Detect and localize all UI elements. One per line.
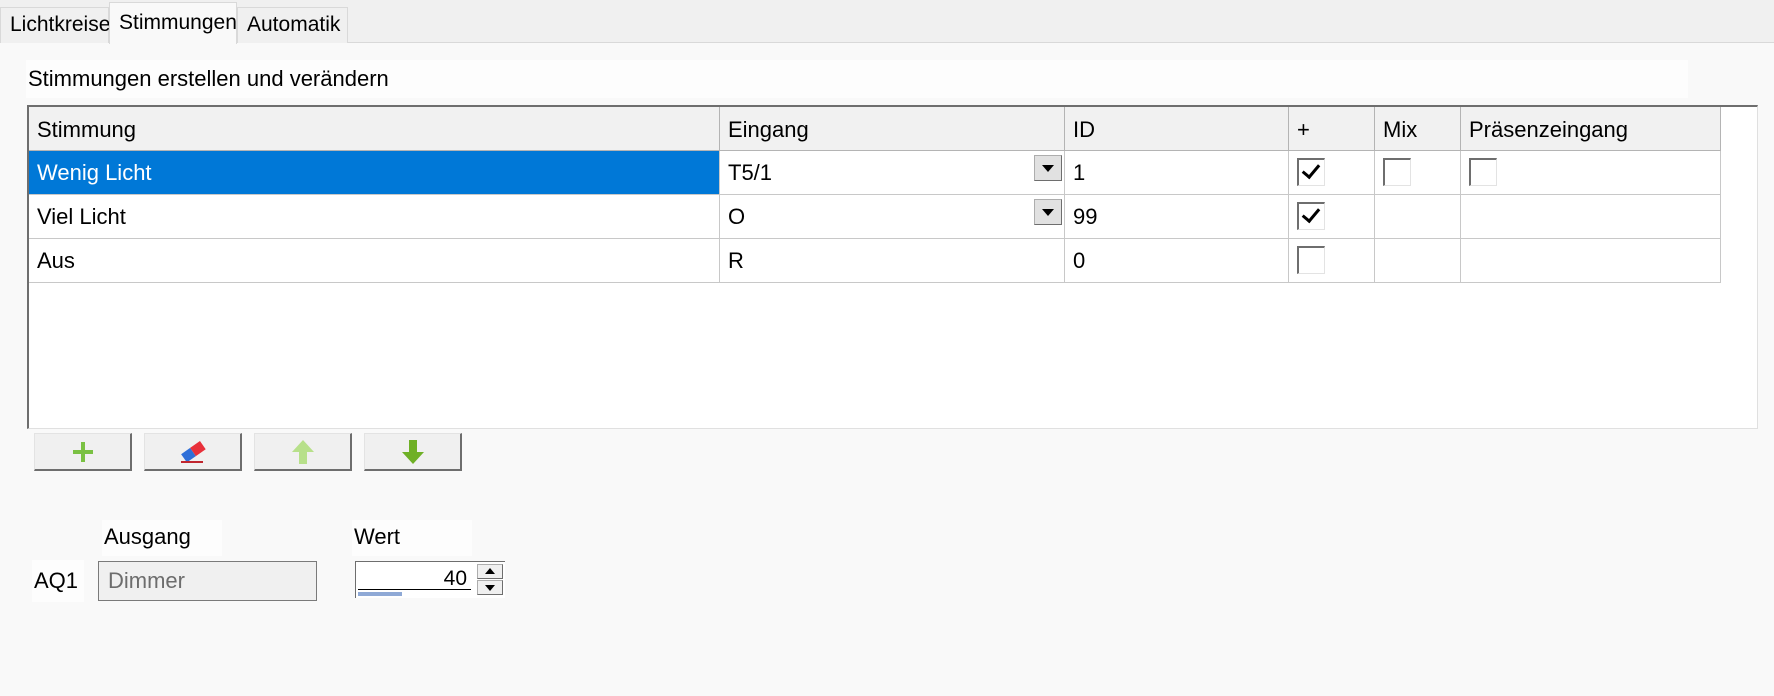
spin-underline [358,589,471,590]
cell-stimmung[interactable]: Wenig Licht [29,151,720,195]
tab-lichtkreise[interactable]: Lichtkreise [0,7,110,43]
table-row[interactable]: Viel Licht O 99 [29,195,1721,239]
plus-checkbox[interactable] [1297,246,1325,274]
cell-plus [1289,239,1375,283]
cell-praesenzeingang [1461,195,1721,239]
tab-automatik[interactable]: Automatik [237,7,348,43]
cell-mix [1375,151,1461,195]
cell-praesenzeingang [1461,239,1721,283]
delete-button[interactable] [144,433,242,471]
spin-up-icon[interactable] [477,564,503,579]
spin-buttons [477,564,503,595]
cell-id[interactable]: 99 [1065,195,1289,239]
column-header-stimmung[interactable]: Stimmung [29,107,720,151]
plus-checkbox[interactable] [1297,202,1325,230]
wert-level-bar [358,592,402,596]
tab-stimmungen[interactable]: Stimmungen [109,2,237,44]
cell-eingang[interactable]: O [720,195,1065,239]
cell-stimmung[interactable]: Aus [29,239,720,283]
mix-checkbox[interactable] [1383,158,1411,186]
tab-bar: Lichtkreise Stimmungen Automatik [0,0,1774,44]
wert-label: Wert [352,520,472,556]
column-header-praesenzeingang[interactable]: Präsenzeingang [1461,107,1721,151]
praesenz-checkbox[interactable] [1469,158,1497,186]
move-down-button[interactable] [364,433,462,471]
dropdown-arrow-icon[interactable] [1034,199,1062,225]
table-row[interactable]: Wenig Licht T5/1 1 [29,151,1721,195]
cell-stimmung[interactable]: Viel Licht [29,195,720,239]
panel-title: Stimmungen erstellen und verändern [26,60,1688,98]
move-up-button[interactable] [254,433,352,471]
wert-spinbox[interactable]: 40 [355,561,505,598]
ausgang-label: Ausgang [102,520,222,556]
eingang-value: T5/1 [728,160,773,185]
cell-mix [1375,195,1461,239]
cell-plus [1289,195,1375,239]
column-header-plus[interactable]: + [1289,107,1375,151]
wert-value[interactable]: 40 [444,562,467,596]
arrow-up-icon [291,439,314,464]
cell-eingang[interactable]: R [720,239,1065,283]
ausgang-field: Dimmer [98,561,317,601]
eingang-value: O [728,204,746,229]
cell-id[interactable]: 1 [1065,151,1289,195]
stimmungen-grid[interactable]: Stimmung Eingang ID + Mix Präsenzeingang… [27,105,1758,429]
cell-plus [1289,151,1375,195]
grid-header: Stimmung Eingang ID + Mix Präsenzeingang [29,107,1721,151]
channel-label: AQ1 [32,560,84,602]
column-header-id[interactable]: ID [1065,107,1289,151]
column-header-mix[interactable]: Mix [1375,107,1461,151]
cell-eingang[interactable]: T5/1 [720,151,1065,195]
arrow-down-icon [401,439,424,464]
plus-icon [72,441,93,462]
spin-down-icon[interactable] [477,580,503,595]
cell-mix [1375,239,1461,283]
column-header-eingang[interactable]: Eingang [720,107,1065,151]
cell-praesenzeingang [1461,151,1721,195]
plus-checkbox[interactable] [1297,158,1325,186]
table-row[interactable]: Aus R 0 [29,239,1721,283]
dropdown-arrow-icon[interactable] [1034,155,1062,181]
eraser-icon [180,440,206,463]
add-button[interactable] [34,433,132,471]
cell-id[interactable]: 0 [1065,239,1289,283]
